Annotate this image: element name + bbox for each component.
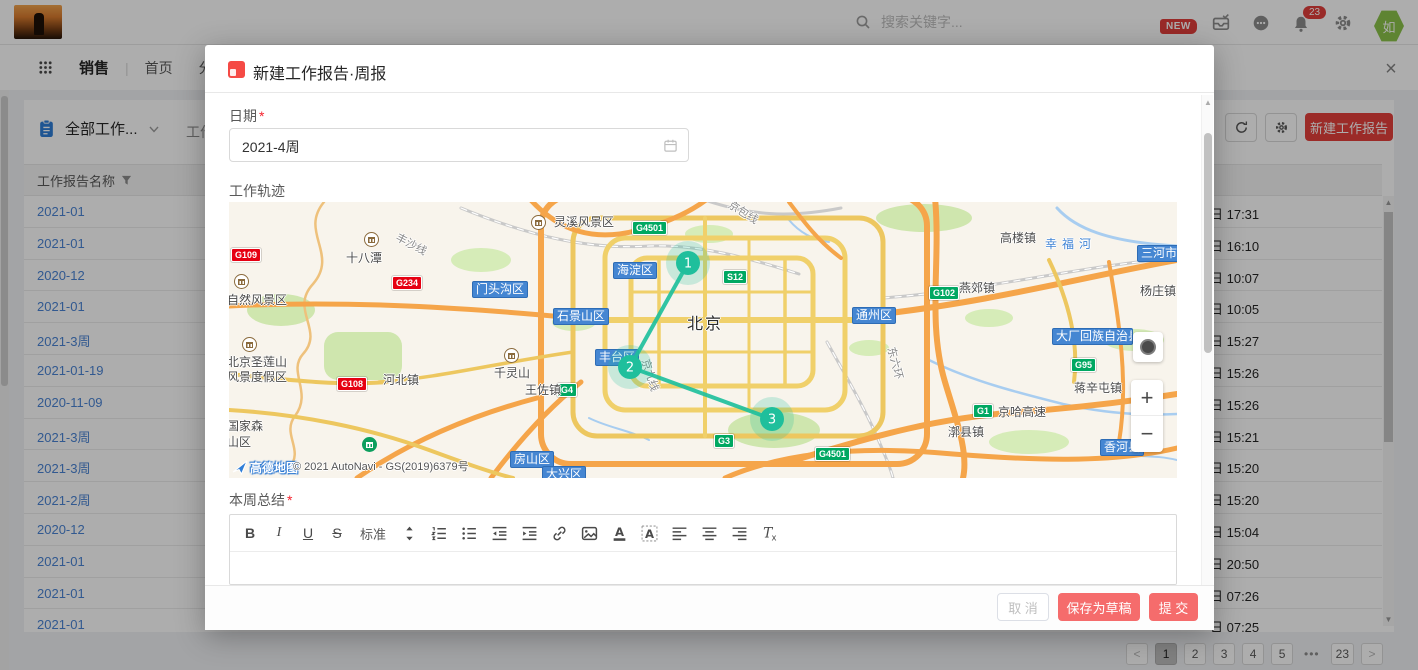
new-report-modal: 新建工作报告·周报 × 日期* 2021-4周 工作轨迹 [205, 45, 1214, 630]
date-field-label: 日期* [229, 106, 264, 126]
map-place-label: 蒋辛屯镇 [1074, 379, 1122, 396]
map-place-label: 千灵山 [494, 364, 530, 381]
layers-dot-icon [1140, 339, 1156, 355]
road-shield: G1 [973, 404, 993, 418]
scroll-up-icon[interactable]: ▲ [1202, 98, 1214, 107]
underline-button[interactable]: U [300, 523, 316, 543]
road-shield: G108 [337, 377, 367, 391]
modal-footer: 取 消 保存为草稿 提 交 [205, 585, 1214, 630]
svg-text:A: A [645, 526, 654, 540]
road-shield: G3 [714, 434, 734, 448]
save-draft-button[interactable]: 保存为草稿 [1058, 593, 1140, 621]
calendar-icon[interactable] [663, 138, 678, 153]
road-shield: G109 [231, 248, 261, 262]
close-icon[interactable]: × [1377, 55, 1405, 83]
clear-format-icon[interactable]: Tx [761, 523, 780, 543]
required-mark: * [259, 108, 264, 124]
road-shield: G95 [1071, 358, 1096, 372]
ordered-list-icon[interactable] [431, 523, 448, 543]
map-place-label: 高楼镇 [1000, 229, 1036, 246]
required-mark: * [287, 492, 292, 508]
map-district-label: 大厂回族自治县 [1052, 328, 1133, 345]
amap-logo: 高德地图 [232, 459, 298, 476]
zoom-in-button[interactable]: + [1131, 380, 1163, 416]
editor-content[interactable] [230, 552, 1176, 585]
map-place-label: 灵溪风景区 [554, 213, 614, 230]
svg-text:A: A [615, 525, 624, 539]
date-input[interactable]: 2021-4周 [229, 128, 689, 162]
zoom-out-button[interactable]: − [1131, 416, 1163, 452]
strikethrough-button[interactable]: S [329, 523, 345, 543]
map-copyright: © 2021 AutoNavi - GS(2019)6379号 [293, 458, 469, 474]
map-district-label: 海淀区 [613, 262, 657, 279]
align-left-icon[interactable] [671, 523, 688, 543]
temple-poi-icon [242, 337, 257, 352]
scrollbar-thumb[interactable] [1204, 133, 1212, 353]
size-stepper-icon[interactable] [401, 523, 418, 543]
map-river-label: 幸福河 [1045, 235, 1096, 252]
map-zoom-control: + − [1131, 380, 1163, 452]
map-district-label: 三河市 [1137, 245, 1177, 262]
submit-button[interactable]: 提 交 [1149, 593, 1198, 621]
bold-button[interactable]: B [242, 523, 258, 543]
link-icon[interactable] [551, 523, 568, 543]
map-district-label: 门头沟区 [472, 281, 528, 298]
modal-header: 新建工作报告·周报 × [205, 45, 1214, 93]
map-place-label: 漷县镇 [948, 423, 984, 440]
outdent-icon[interactable] [491, 523, 508, 543]
temple-poi-icon [234, 274, 249, 289]
amap-logo-text: 高德地图 [250, 459, 298, 476]
map-layers-button[interactable] [1133, 332, 1163, 362]
map-place-label: 风景度假区 [229, 368, 287, 385]
text-color-icon[interactable]: A [611, 523, 628, 543]
align-right-icon[interactable] [731, 523, 748, 543]
cancel-button[interactable]: 取 消 [997, 593, 1049, 621]
unordered-list-icon[interactable] [461, 523, 478, 543]
map-place-label: 河北镇 [383, 371, 419, 388]
date-value: 2021-4周 [242, 137, 300, 157]
map-district-label: 大兴区 [542, 466, 586, 478]
road-shield: G4501 [815, 447, 850, 461]
map-district-label: 丰台区 [595, 349, 639, 366]
road-shield: G4501 [632, 221, 667, 235]
map-district-label: 通州区 [852, 307, 896, 324]
temple-poi-icon [504, 348, 519, 363]
modal-title: 新建工作报告·周报 [253, 60, 386, 84]
track-field-label: 工作轨迹 [229, 181, 285, 201]
report-doc-icon [228, 61, 245, 78]
work-track-map[interactable]: 海淀区门头沟区石景山区通州区丰台区大厂回族自治县三河市房山区大兴区香河县G450… [229, 202, 1177, 478]
modal-scrollbar[interactable]: ▲ ▼ [1201, 95, 1213, 623]
italic-button[interactable]: I [271, 523, 287, 543]
highlight-color-icon[interactable]: A [641, 523, 658, 543]
map-district-label: 石景山区 [553, 308, 609, 325]
font-size-button[interactable]: 标准 [360, 523, 386, 543]
align-center-icon[interactable] [701, 523, 718, 543]
map-place-label: 京哈高速 [998, 403, 1046, 420]
map-place-label: 燕郊镇 [959, 279, 995, 296]
road-shield: S12 [723, 270, 747, 284]
map-place-label: 自然风景区 [229, 291, 287, 308]
map-place-label: 山区 [229, 433, 251, 450]
map-place-label: 王佐镇 [525, 381, 561, 398]
road-shield: G234 [392, 276, 422, 290]
mountain-poi-icon [362, 437, 377, 452]
summary-editor[interactable]: BIUS 标准 A A Tx [229, 514, 1177, 585]
map-place-label: 十八潭 [346, 249, 382, 266]
indent-icon[interactable] [521, 523, 538, 543]
map-place-label: 国家森 [229, 417, 263, 434]
editor-toolbar: BIUS 标准 A A Tx [230, 515, 1176, 552]
map-city-label: 北京 [687, 310, 723, 334]
road-shield: G102 [929, 286, 959, 300]
map-place-label: 杨庄镇 [1140, 282, 1176, 299]
summary-field-label: 本周总结* [229, 490, 292, 510]
svg-text:x: x [772, 532, 777, 542]
temple-poi-icon [531, 215, 546, 230]
image-icon[interactable] [581, 523, 598, 543]
temple-poi-icon [364, 232, 379, 247]
